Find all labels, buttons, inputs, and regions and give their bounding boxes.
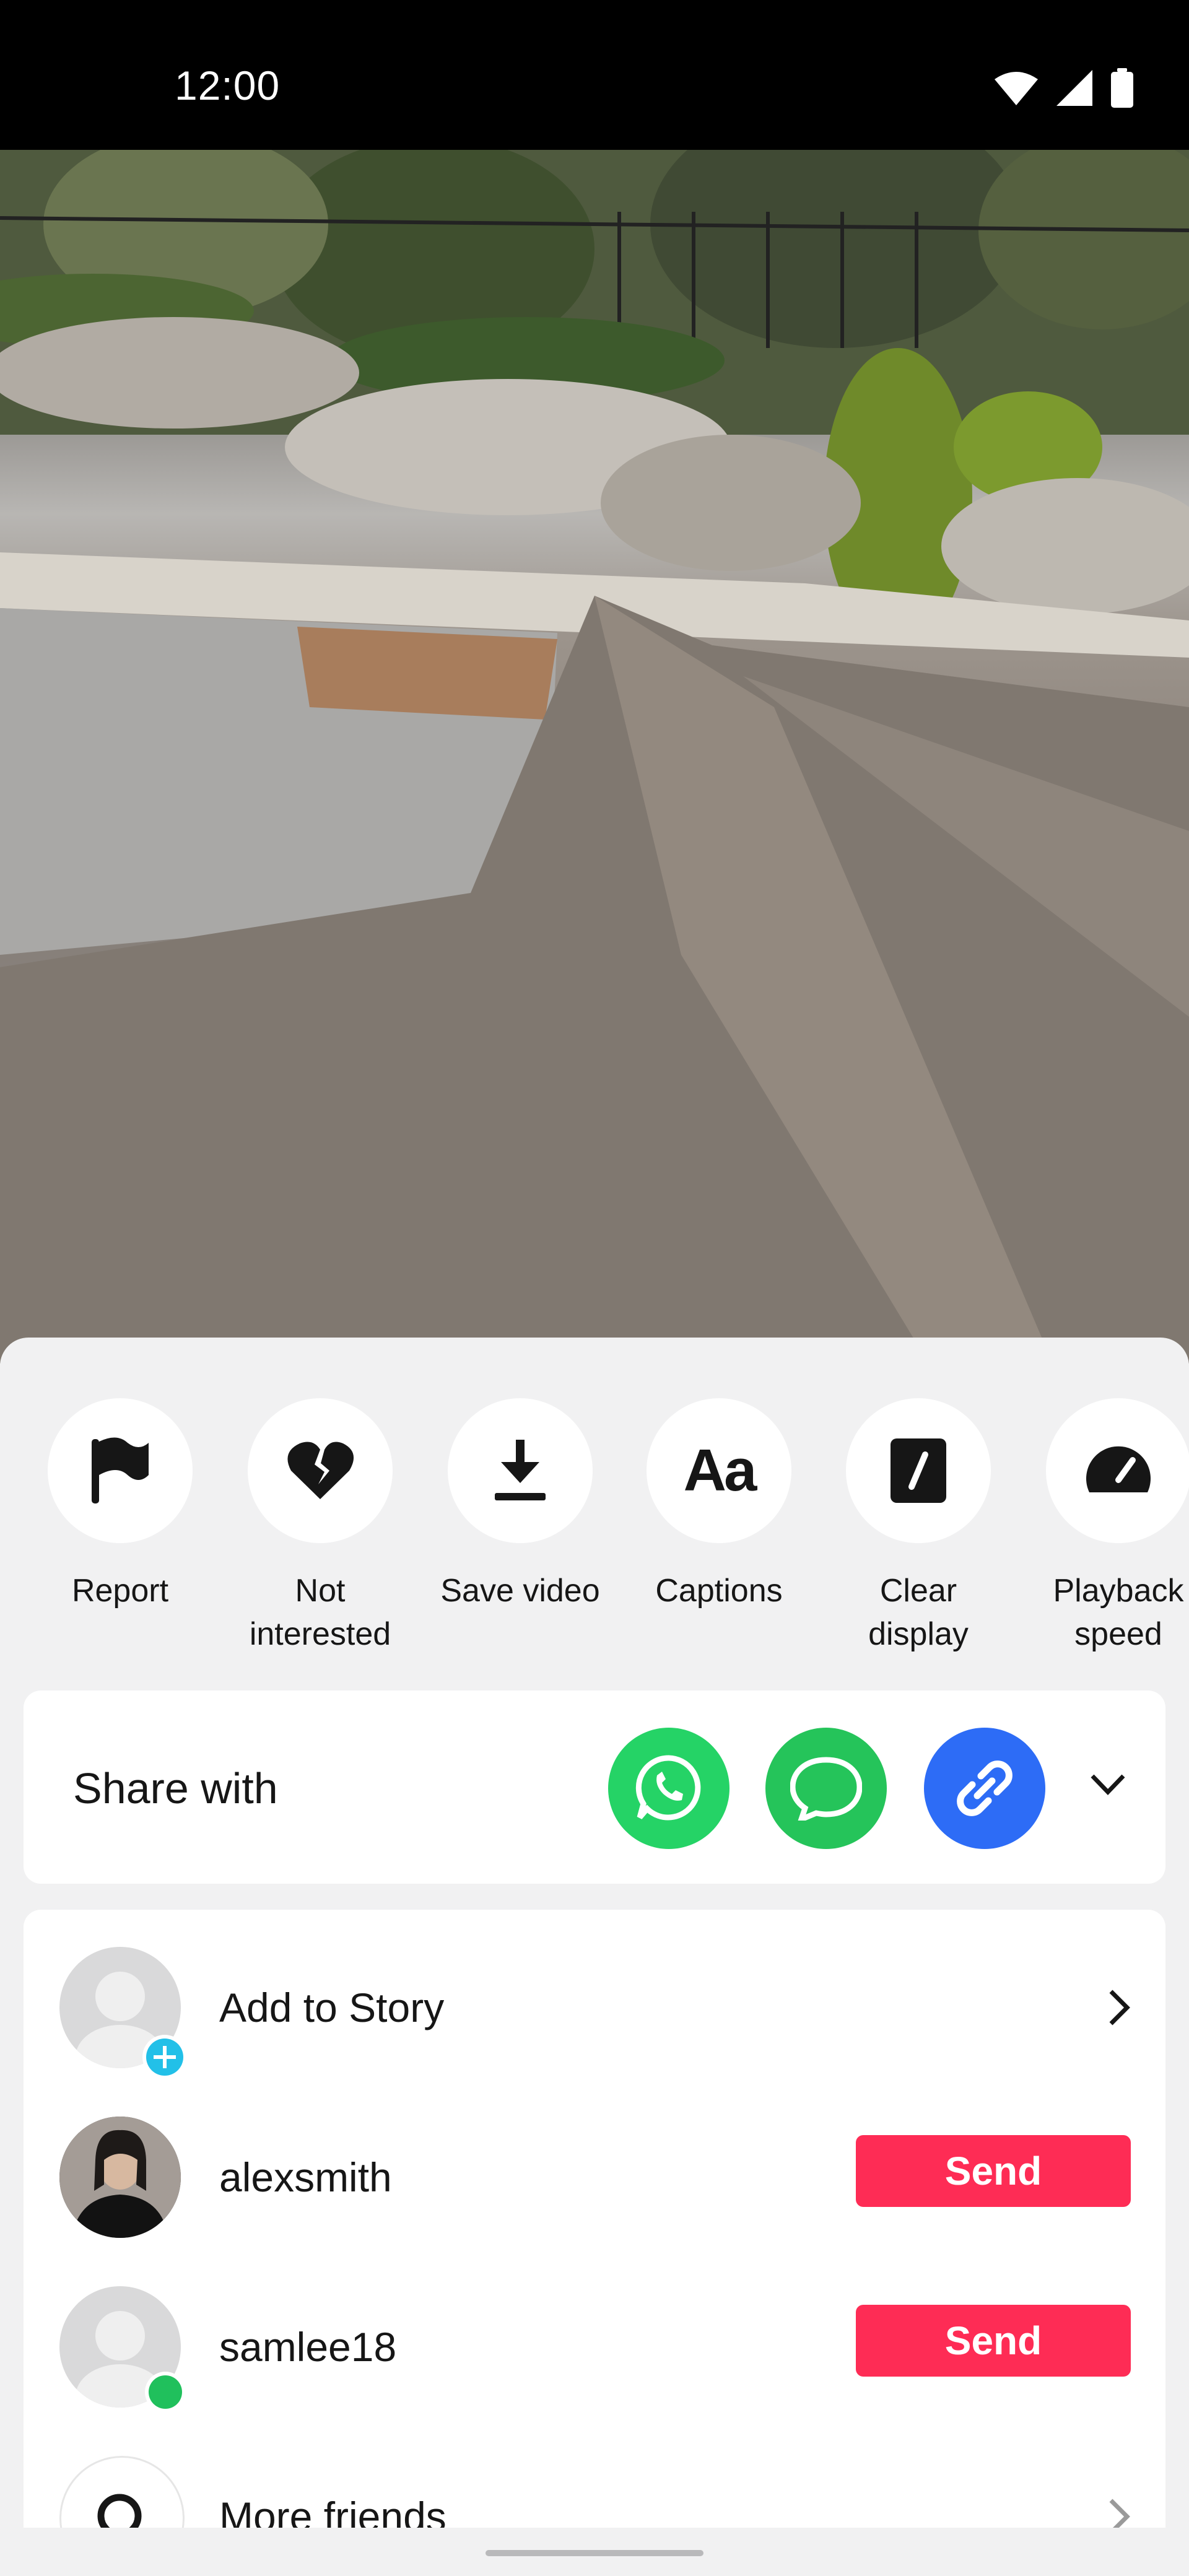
avatar[interactable]: [59, 2117, 181, 2238]
not-interested-label: Not interested: [249, 1573, 391, 1652]
captions-icon: Aa: [683, 1437, 757, 1503]
captions-button[interactable]: Aa Captions: [620, 1398, 818, 1612]
action-row: Report Not interested Save video Aa Capt…: [0, 1398, 1189, 1658]
report-button[interactable]: Report: [21, 1398, 219, 1612]
add-to-story-row[interactable]: Add to Story: [24, 1910, 1165, 2079]
chevron-right-icon: [1109, 1990, 1130, 2026]
message-icon: [790, 1757, 862, 1821]
add-badge-icon: [142, 2035, 187, 2079]
friend-username: alexsmith: [219, 2154, 392, 2200]
status-bar: 12:00: [0, 0, 1189, 150]
friends-card: Add to Story alexsmith Send samlee18 Sen…: [24, 1910, 1165, 2576]
status-icons: [995, 68, 1133, 108]
cellular-signal-icon: [1056, 70, 1092, 106]
clear-display-label: Clear display: [868, 1573, 969, 1652]
send-button[interactable]: Send: [856, 2305, 1131, 2377]
battery-icon: [1111, 68, 1133, 108]
friend-row: samlee18 Send: [24, 2249, 1165, 2413]
share-with-title: Share with: [73, 1764, 278, 1812]
share-with-card: Share with: [24, 1690, 1165, 1884]
home-indicator[interactable]: [486, 2550, 703, 2556]
clear-display-icon: [891, 1438, 946, 1503]
chevron-down-icon: [1091, 1774, 1125, 1796]
online-status-icon: [145, 2372, 186, 2413]
clear-display-button[interactable]: Clear display: [819, 1398, 1017, 1656]
flag-icon: [92, 1437, 149, 1503]
share-copy-link-button[interactable]: [924, 1728, 1045, 1849]
download-icon: [495, 1440, 546, 1500]
status-time: 12:00: [175, 63, 281, 108]
playback-speed-button[interactable]: Playback speed: [1019, 1398, 1189, 1656]
wifi-icon: [995, 72, 1038, 105]
add-to-story-label: Add to Story: [219, 1985, 445, 2030]
captions-label: Captions: [655, 1573, 783, 1609]
send-button[interactable]: Send: [856, 2135, 1131, 2207]
not-interested-button[interactable]: Not interested: [221, 1398, 419, 1656]
video-player[interactable]: [0, 150, 1189, 1364]
save-video-label: Save video: [440, 1573, 600, 1609]
speedometer-icon: [1086, 1446, 1151, 1492]
profile-photo: [59, 2117, 181, 2238]
whatsapp-icon: [635, 1755, 701, 1821]
report-label: Report: [71, 1573, 169, 1609]
expand-share-button[interactable]: [1087, 1764, 1128, 1808]
save-video-button[interactable]: Save video: [421, 1398, 619, 1612]
friend-row: alexsmith Send: [24, 2079, 1165, 2238]
link-icon: [957, 1760, 1013, 1816]
share-message-button[interactable]: [765, 1728, 887, 1849]
share-whatsapp-button[interactable]: [608, 1728, 730, 1849]
broken-heart-icon: [287, 1442, 354, 1499]
playback-speed-label: Playback speed: [1053, 1573, 1184, 1652]
friend-username: samlee18: [219, 2324, 397, 2370]
video-frame: [0, 150, 1189, 1364]
